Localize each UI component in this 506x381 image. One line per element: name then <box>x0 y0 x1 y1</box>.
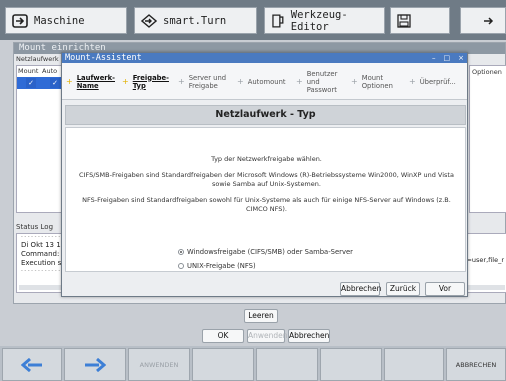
minimize-icon[interactable]: – <box>432 53 436 63</box>
step-label: Automount <box>247 77 286 86</box>
radio-dot-icon <box>178 263 184 269</box>
softkey-abbrechen[interactable]: ABBRECHEN <box>446 348 506 381</box>
mount-wizard-dialog: Mount-Assistent – □ × + Laufwerk- Name +… <box>61 52 468 297</box>
log-line-right: =user,file_r <box>466 256 504 264</box>
arrow-icon <box>484 16 494 25</box>
anwenden-button[interactable]: Anwenden <box>247 329 288 343</box>
tool-editor-icon <box>272 13 284 28</box>
tab-label: smart.Turn <box>163 14 227 27</box>
wizard-title: Mount-Assistent <box>62 53 467 63</box>
step-server-freigabe[interactable]: + Server und Freigabe <box>178 63 226 100</box>
softkey-empty-7[interactable] <box>384 348 444 381</box>
wizard-content: Typ der Netzwerkfreigabe wählen. CIFS/SM… <box>65 127 466 272</box>
step-marker-icon: + <box>178 77 185 86</box>
softkey-bar: ANWENDEN ABBRECHEN <box>0 346 506 381</box>
step-label: Mount Optionen <box>361 73 393 90</box>
step-ueberpruefen[interactable]: + Überprüf... <box>409 63 456 100</box>
softkey-back[interactable] <box>2 348 62 381</box>
netzlaufwerk-label: Netzlaufwerk <box>16 55 59 63</box>
radio-unix-share[interactable]: UNIX-Freigabe (NFS) <box>178 262 256 270</box>
grid-header-mount: Mount <box>18 67 39 75</box>
radio-dot-icon <box>178 249 184 255</box>
auto-checkbox[interactable]: ✓ <box>50 78 60 88</box>
step-marker-icon: + <box>122 77 129 86</box>
step-marker-icon: + <box>409 77 416 86</box>
options-header: Optionen <box>472 68 502 76</box>
tab-save[interactable] <box>390 7 450 34</box>
save-icon <box>397 13 411 28</box>
abbrechen-button[interactable]: Abbrechen <box>288 329 330 343</box>
nfs-description: NFS-Freigaben sind Standardfreigaben sow… <box>82 196 451 213</box>
tab-werkzeug-editor[interactable]: Werkzeug-Editor <box>264 7 385 34</box>
arrow-right-icon <box>85 357 106 372</box>
wizard-button-row: Abbrechen Zurück Vor <box>62 282 467 296</box>
machine-icon <box>12 13 28 28</box>
tab-more[interactable] <box>460 7 506 34</box>
tab-smart-turn[interactable]: smart.Turn <box>134 7 257 34</box>
smart-turn-icon <box>141 13 157 28</box>
arrow-left-icon <box>21 357 42 372</box>
status-log-label: Status Log <box>16 223 54 231</box>
step-freigabe-typ[interactable]: + Freigabe- Typ <box>122 63 169 100</box>
maximize-icon[interactable]: □ <box>444 53 451 63</box>
step-label: Server und Freigabe <box>188 73 227 90</box>
step-benutzer-passwort[interactable]: + Benutzer und Passwort <box>296 63 337 100</box>
step-label: Freigabe- Typ <box>132 73 169 90</box>
step-marker-icon: + <box>351 77 358 86</box>
softkey-empty-6[interactable] <box>320 348 382 381</box>
softkey-empty-5[interactable] <box>256 348 318 381</box>
radio-label: UNIX-Freigabe (NFS) <box>187 262 256 270</box>
mount-grid[interactable]: Mount Auto ✓ ✓ <box>16 65 62 213</box>
wizard-back-button[interactable]: Zurück <box>386 282 420 296</box>
step-label: Laufwerk- Name <box>76 73 115 90</box>
step-marker-icon: + <box>296 77 303 86</box>
radio-label: Windowsfreigabe (CIFS/SMB) oder Samba-Se… <box>187 248 353 256</box>
mount-checkbox[interactable]: ✓ <box>26 78 36 88</box>
top-task-bar: Maschine smart.Turn Werkzeug-Editor <box>0 0 506 40</box>
page-heading: Netzlaufwerk - Typ <box>65 105 466 125</box>
tab-maschine[interactable]: Maschine <box>5 7 127 34</box>
wizard-cancel-button[interactable]: Abbrechen <box>340 282 381 296</box>
step-marker-icon: + <box>237 77 244 86</box>
options-column: Optionen <box>469 65 506 213</box>
leeren-button[interactable]: Leeren <box>244 309 278 323</box>
step-marker-icon: + <box>66 77 73 86</box>
window-controls: – □ × <box>432 53 464 63</box>
wizard-steps: + Laufwerk- Name + Freigabe- Typ + Serve… <box>62 63 467 100</box>
intro-text: Typ der Netzwerkfreigabe wählen. <box>211 155 322 163</box>
ok-button[interactable]: OK <box>202 329 244 343</box>
step-laufwerk-name[interactable]: + Laufwerk- Name <box>66 63 115 100</box>
step-label: Benutzer und Passwort <box>306 69 338 94</box>
softkey-empty-4[interactable] <box>192 348 254 381</box>
tab-label: Maschine <box>34 14 85 27</box>
radio-windows-share[interactable]: Windowsfreigabe (CIFS/SMB) oder Samba-Se… <box>178 248 353 256</box>
wizard-next-button[interactable]: Vor <box>425 282 465 296</box>
close-icon[interactable]: × <box>458 53 464 63</box>
step-automount[interactable]: + Automount <box>237 63 286 100</box>
step-label: Überprüf... <box>419 77 456 86</box>
tab-label: Werkzeug-Editor <box>290 8 348 33</box>
grid-header-auto: Auto <box>42 67 58 75</box>
softkey-forward[interactable] <box>64 348 126 381</box>
softkey-anwenden[interactable]: ANWENDEN <box>128 348 190 381</box>
step-mount-optionen[interactable]: + Mount Optionen <box>351 63 393 100</box>
cifs-description: CIFS/SMB-Freigaben sind Standardfreigabe… <box>79 171 454 188</box>
